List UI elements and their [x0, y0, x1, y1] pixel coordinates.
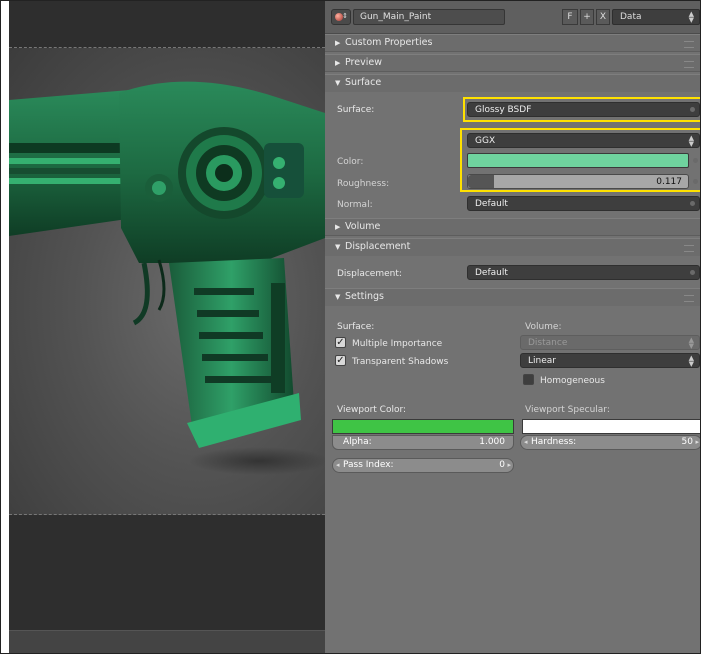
chevron-updown-icon: ▲ ▼ — [688, 134, 694, 148]
section-preview[interactable]: ▶ Preview — [325, 54, 700, 72]
viewport-color-swatch[interactable] — [332, 419, 514, 434]
check-icon: ✓ — [336, 337, 345, 348]
pass-index-field[interactable]: ◂ Pass Index: 0 ▸ — [332, 458, 514, 473]
socket-dot-icon — [690, 270, 695, 275]
pass-index-label: Pass Index: — [343, 460, 394, 470]
section-title: Displacement — [345, 241, 411, 252]
color-swatch[interactable] — [467, 153, 689, 168]
displacement-select[interactable]: Default — [467, 265, 700, 280]
viewport-status-strip — [9, 630, 325, 653]
homogeneous-checkbox[interactable] — [523, 374, 534, 385]
volume-sampling-select[interactable]: Distance ▲ ▼ — [520, 335, 700, 350]
viewport-specular-label: Viewport Specular: — [525, 405, 610, 415]
settings-surface-label: Surface: — [337, 322, 375, 332]
unlink-material-button[interactable]: X — [596, 9, 610, 25]
link-data-value: Data — [620, 12, 642, 22]
hardness-value: 50 — [681, 437, 693, 447]
roughness-fill — [468, 175, 494, 188]
triangle-down-icon: ▼ — [335, 79, 341, 87]
chevron-updown-icon: ⇕ — [342, 12, 348, 20]
volume-interpolation-select[interactable]: Linear ▲ ▼ — [520, 353, 700, 368]
triangle-right-icon: ▶ — [335, 59, 341, 67]
fake-user-button[interactable]: F — [562, 9, 578, 25]
render-viewport[interactable] — [9, 1, 325, 653]
window: ⇕ Gun_Main_Paint F + X Data ▲ ▼ ▶ Custom P… — [0, 0, 701, 654]
roughness-value: 0.117 — [656, 177, 682, 187]
surface-shader-select[interactable]: Glossy BSDF — [467, 102, 700, 117]
drag-grip-icon[interactable] — [684, 295, 694, 302]
section-title: Custom Properties — [345, 37, 433, 48]
displacement-label: Displacement: — [337, 269, 402, 279]
material-properties-panel: ⇕ Gun_Main_Paint F + X Data ▲ ▼ ▶ Custom P… — [325, 1, 700, 653]
distribution-value: GGX — [475, 136, 496, 146]
surface-shader-value: Glossy BSDF — [475, 105, 532, 115]
rendered-gun-image — [9, 81, 325, 475]
section-volume[interactable]: ▶ Volume — [325, 218, 700, 236]
section-surface[interactable]: ▼ Surface — [325, 74, 700, 92]
drag-grip-icon[interactable] — [684, 41, 694, 48]
chevron-right-icon[interactable]: ▸ — [695, 436, 699, 449]
distribution-select[interactable]: GGX ▲ ▼ — [467, 133, 700, 148]
hardness-field[interactable]: ◂ Hardness: 50 ▸ — [520, 435, 700, 450]
alpha-value: 1.000 — [479, 437, 505, 447]
section-title: Surface — [345, 77, 382, 88]
section-settings[interactable]: ▼ Settings — [325, 288, 700, 306]
chevron-updown-icon: ▲ ▼ — [688, 10, 694, 24]
viewport-color-label: Viewport Color: — [337, 405, 407, 415]
new-material-button[interactable]: + — [580, 9, 594, 25]
section-custom-properties[interactable]: ▶ Custom Properties — [325, 34, 700, 52]
section-title: Preview — [345, 57, 382, 68]
drag-grip-icon[interactable] — [684, 245, 694, 252]
socket-dot-icon — [690, 201, 695, 206]
triangle-right-icon: ▶ — [335, 39, 341, 47]
section-title: Volume — [345, 221, 381, 232]
triangle-down-icon: ▼ — [335, 293, 341, 301]
homogeneous-label: Homogeneous — [540, 376, 605, 386]
settings-volume-label: Volume: — [525, 322, 562, 332]
alpha-field[interactable]: Alpha: 1.000 — [332, 435, 514, 450]
chevron-updown-icon: ▲ ▼ — [688, 354, 694, 368]
socket-dot-icon — [690, 107, 695, 112]
section-title: Settings — [345, 291, 384, 302]
roughness-slider[interactable]: 0.117 — [467, 174, 689, 189]
check-icon: ✓ — [336, 355, 345, 366]
socket-dot-icon[interactable] — [693, 158, 698, 163]
chevron-right-icon[interactable]: ▸ — [507, 459, 511, 472]
viewport-bottom-margin — [9, 515, 325, 630]
multiple-importance-checkbox[interactable]: ✓ — [335, 337, 346, 348]
color-label: Color: — [337, 157, 364, 167]
render-area[interactable] — [9, 48, 325, 515]
normal-value: Default — [475, 199, 508, 209]
section-displacement[interactable]: ▼ Displacement — [325, 238, 700, 256]
viewport-top-margin — [9, 1, 325, 48]
surface-label: Surface: — [337, 105, 375, 115]
chevron-updown-icon: ▲ ▼ — [688, 336, 694, 350]
volume-sampling-value: Distance — [528, 338, 568, 348]
viewport-specular-swatch[interactable] — [522, 419, 700, 434]
transparent-shadows-checkbox[interactable]: ✓ — [335, 355, 346, 366]
triangle-right-icon: ▶ — [335, 223, 341, 231]
normal-label: Normal: — [337, 200, 373, 210]
roughness-label: Roughness: — [337, 179, 390, 189]
link-data-select[interactable]: Data ▲ ▼ — [612, 9, 700, 25]
alpha-label: Alpha: — [343, 437, 372, 447]
volume-interpolation-value: Linear — [528, 356, 556, 366]
chevron-left-icon[interactable]: ◂ — [336, 459, 340, 472]
material-browse-button[interactable]: ⇕ — [331, 9, 351, 25]
material-name-field[interactable]: Gun_Main_Paint — [353, 9, 505, 25]
hardness-label: Hardness: — [531, 437, 577, 447]
normal-input-select[interactable]: Default — [467, 196, 700, 211]
socket-dot-icon[interactable] — [693, 179, 698, 184]
pass-index-value: 0 — [499, 460, 505, 470]
multiple-importance-label: Multiple Importance — [352, 339, 443, 349]
transparent-shadows-label: Transparent Shadows — [352, 357, 449, 367]
material-header: ⇕ Gun_Main_Paint F + X Data ▲ ▼ — [325, 1, 700, 34]
chevron-left-icon[interactable]: ◂ — [524, 436, 528, 449]
drag-grip-icon[interactable] — [684, 61, 694, 68]
triangle-down-icon: ▼ — [335, 243, 341, 251]
displacement-value: Default — [475, 268, 508, 278]
